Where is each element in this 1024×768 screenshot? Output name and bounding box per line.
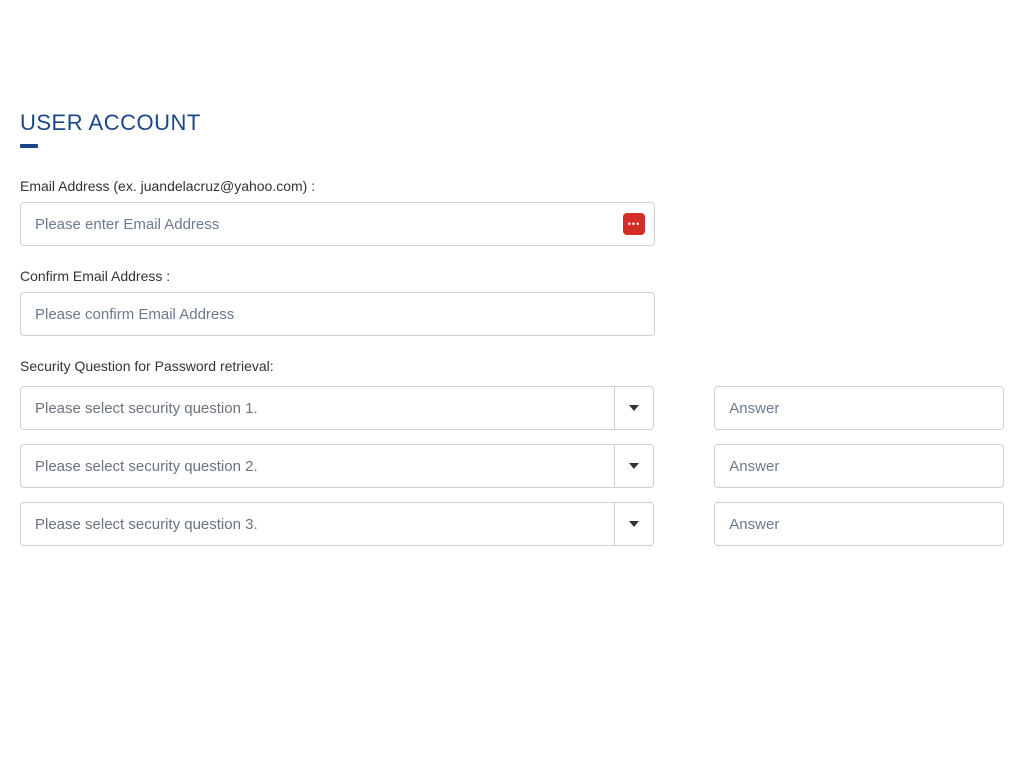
password-manager-icon[interactable]: [623, 213, 645, 235]
security-question-1-caret[interactable]: [614, 386, 654, 430]
confirm-email-field-group: Confirm Email Address :: [20, 268, 1004, 336]
email-input[interactable]: [20, 202, 655, 246]
security-question-2-select[interactable]: Please select security question 2.: [20, 444, 654, 488]
security-questions-group: Security Question for Password retrieval…: [20, 358, 1004, 546]
confirm-email-label: Confirm Email Address :: [20, 268, 1004, 284]
security-question-1-select[interactable]: Please select security question 1.: [20, 386, 654, 430]
email-input-wrapper: [20, 202, 655, 246]
user-account-form: USER ACCOUNT Email Address (ex. juandela…: [20, 110, 1004, 546]
security-question-row-1: Please select security question 1.: [20, 386, 1004, 430]
security-questions-label: Security Question for Password retrieval…: [20, 358, 1004, 374]
chevron-down-icon: [629, 405, 639, 411]
email-label: Email Address (ex. juandelacruz@yahoo.co…: [20, 178, 1004, 194]
confirm-email-input[interactable]: [20, 292, 655, 336]
security-question-row-3: Please select security question 3.: [20, 502, 1004, 546]
security-question-1-text: Please select security question 1.: [20, 386, 614, 430]
security-answer-2-input[interactable]: [714, 444, 1004, 488]
chevron-down-icon: [629, 463, 639, 469]
security-answer-1-input[interactable]: [714, 386, 1004, 430]
section-title: USER ACCOUNT: [20, 110, 1004, 136]
title-underline: [20, 144, 38, 148]
security-question-3-text: Please select security question 3.: [20, 502, 614, 546]
email-field-group: Email Address (ex. juandelacruz@yahoo.co…: [20, 178, 1004, 246]
chevron-down-icon: [629, 521, 639, 527]
security-answer-3-input[interactable]: [714, 502, 1004, 546]
security-question-2-caret[interactable]: [614, 444, 654, 488]
security-question-row-2: Please select security question 2.: [20, 444, 1004, 488]
security-question-3-select[interactable]: Please select security question 3.: [20, 502, 654, 546]
security-question-2-text: Please select security question 2.: [20, 444, 614, 488]
security-question-3-caret[interactable]: [614, 502, 654, 546]
